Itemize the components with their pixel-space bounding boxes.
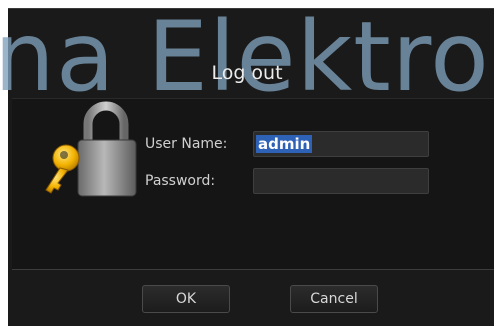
key-icon bbox=[45, 144, 80, 194]
dialog-title: Log out bbox=[211, 62, 283, 84]
username-field[interactable]: admin bbox=[253, 131, 429, 157]
password-label: Password: bbox=[145, 173, 216, 189]
username-label: User Name: bbox=[145, 136, 228, 152]
cancel-button[interactable]: Cancel bbox=[290, 285, 378, 313]
username-value: admin bbox=[256, 135, 313, 153]
padlock-icon bbox=[45, 101, 137, 197]
ok-button[interactable]: OK bbox=[142, 285, 230, 313]
password-field[interactable] bbox=[253, 168, 429, 194]
